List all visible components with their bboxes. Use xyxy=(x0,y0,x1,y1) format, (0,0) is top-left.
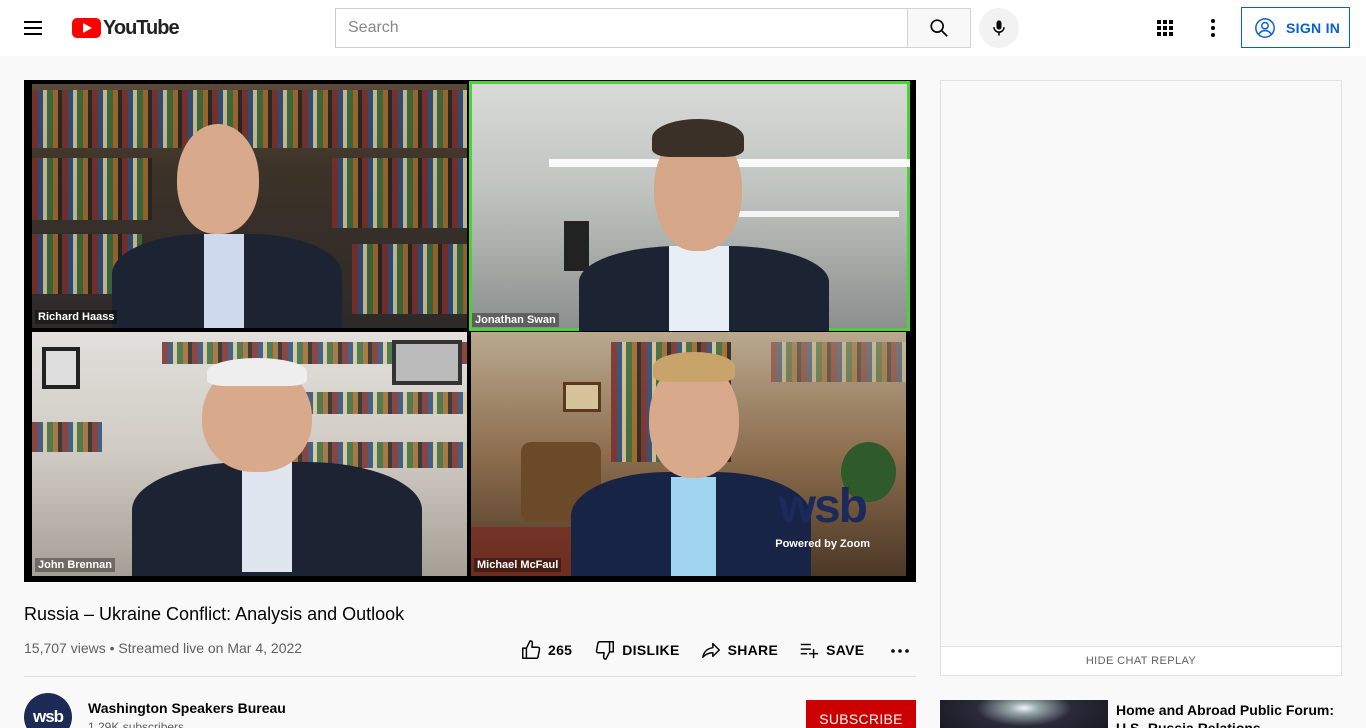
participant-name: John Brennan xyxy=(35,558,115,572)
participant-name: Jonathan Swan xyxy=(472,313,559,327)
search-box xyxy=(335,8,908,48)
sign-in-button[interactable]: SIGN IN xyxy=(1241,7,1350,48)
chat-body xyxy=(941,81,1341,646)
bookshelf xyxy=(352,244,467,314)
more-options-icon[interactable] xyxy=(1201,16,1225,40)
hair xyxy=(653,352,735,382)
grid-icon xyxy=(1157,20,1173,36)
search-icon xyxy=(930,19,948,37)
bookshelf xyxy=(32,158,152,220)
picture-frame xyxy=(42,347,80,389)
save-button[interactable]: SAVE xyxy=(798,639,864,661)
person-head xyxy=(177,124,259,234)
participant-name: Richard Haass xyxy=(35,310,118,324)
powered-by-zoom: Powered by Zoom xyxy=(775,538,870,550)
divider xyxy=(24,676,916,677)
thumbs-down-icon xyxy=(595,641,615,660)
shirt xyxy=(204,234,244,328)
dislike-button[interactable]: DISLIKE xyxy=(594,639,679,661)
participant-name: Michael McFaul xyxy=(474,558,562,572)
bookshelf xyxy=(32,90,467,148)
chat-replay-panel: HIDE CHAT REPLAY xyxy=(940,80,1342,676)
youtube-logo[interactable]: YouTube xyxy=(72,16,180,39)
video-tile: Richard Haass xyxy=(32,84,467,328)
video-tile-active-speaker: Jonathan Swan xyxy=(469,81,910,331)
hair xyxy=(207,358,307,386)
apps-grid-icon[interactable] xyxy=(1153,16,1177,40)
sign-in-label: SIGN IN xyxy=(1286,19,1341,36)
recommendation-title[interactable]: Home and Abroad Public Forum: U.S.-Russi… xyxy=(1116,701,1336,728)
ellipsis-icon xyxy=(891,649,910,653)
video-tile: John Brennan xyxy=(32,332,467,576)
search-input[interactable] xyxy=(336,9,908,47)
video-actions: 265 DISLIKE SHARE SAVE xyxy=(520,638,918,662)
view-count: 15,707 views xyxy=(24,640,106,656)
video-meta: 15,707 views • Streamed live on Mar 4, 2… xyxy=(24,640,302,656)
bookshelf xyxy=(771,342,906,382)
shirt xyxy=(671,477,716,576)
share-icon xyxy=(701,642,720,659)
video-title: Russia – Ukraine Conflict: Analysis and … xyxy=(24,604,405,624)
bookshelf xyxy=(332,158,467,228)
thumbs-up-icon xyxy=(522,640,541,659)
meta-separator: • xyxy=(109,640,115,656)
wall-tv xyxy=(564,221,589,271)
hide-chat-replay-button[interactable]: HIDE CHAT REPLAY xyxy=(941,646,1341,675)
subscribe-button[interactable]: SUBSCRIBE xyxy=(806,700,916,728)
microphone-icon xyxy=(993,20,1005,36)
wsb-watermark: wsb xyxy=(778,480,868,533)
subscriber-count: 1.29K subscribers xyxy=(88,720,185,728)
like-count: 265 xyxy=(548,642,573,658)
channel-avatar[interactable]: wsb xyxy=(24,693,72,728)
video-tile: wsb Powered by Zoom Michael McFaul xyxy=(471,332,906,576)
recommendation-thumbnail[interactable] xyxy=(940,700,1108,728)
playlist-add-icon xyxy=(800,643,819,659)
youtube-play-icon xyxy=(72,18,101,38)
shirt xyxy=(242,462,292,572)
voice-search-button[interactable] xyxy=(979,8,1019,48)
share-label: SHARE xyxy=(727,642,779,658)
share-button[interactable]: SHARE xyxy=(700,639,779,661)
dislike-label: DISLIKE xyxy=(622,642,680,658)
channel-name[interactable]: Washington Speakers Bureau xyxy=(88,700,286,716)
menu-icon[interactable] xyxy=(24,18,48,38)
like-button[interactable]: 265 xyxy=(520,639,572,661)
save-label: SAVE xyxy=(826,642,865,658)
picture-frame xyxy=(392,340,462,385)
masthead: YouTube SIGN IN xyxy=(0,0,1366,56)
bookshelf xyxy=(32,422,102,452)
logo-text: YouTube xyxy=(103,16,180,39)
picture-frame xyxy=(563,382,601,412)
video-player[interactable]: Richard Haass Jonathan Swan John Brennan xyxy=(24,80,916,582)
more-actions-icon[interactable] xyxy=(888,638,918,662)
ceiling-light xyxy=(719,211,899,217)
search-button[interactable] xyxy=(907,8,971,48)
account-icon xyxy=(1255,17,1275,38)
hair xyxy=(652,119,744,157)
stream-date: Streamed live on Mar 4, 2022 xyxy=(118,640,303,656)
shirt xyxy=(669,246,729,331)
